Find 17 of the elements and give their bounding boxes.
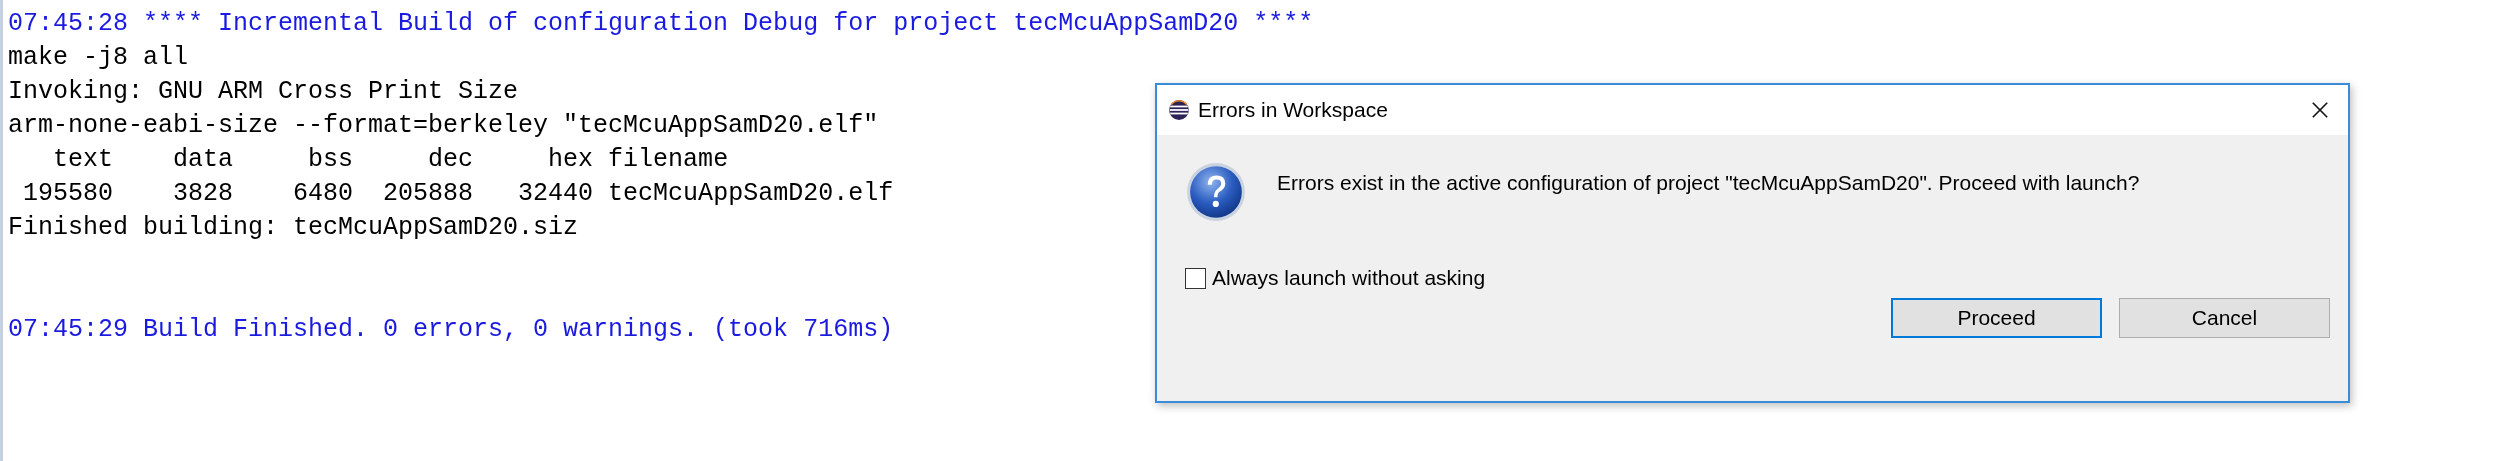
close-icon bbox=[2311, 101, 2329, 119]
dialog-title: Errors in Workspace bbox=[1198, 98, 1388, 122]
dialog-message: Errors exist in the active configuration of project "tecMcuAppSamD20". Proceed with launch? bbox=[1277, 171, 2140, 195]
console-line: arm-none-eabi-size --format=berkeley "tecMcuAppSamD20.elf" bbox=[8, 110, 879, 142]
app-icon bbox=[1168, 99, 1190, 121]
console-line: 07:45:28 **** Incremental Build of configuration Debug for project tecMcuAppSamD20 **** bbox=[8, 8, 1314, 40]
console-line: text data bss dec hex filename bbox=[52, 144, 729, 176]
console-line: Finished building: tecMcuAppSamD20.siz bbox=[8, 212, 579, 244]
console-line: make -j8 all bbox=[8, 42, 189, 74]
checkbox-label: Always launch without asking bbox=[1212, 266, 1486, 290]
dialog-button[interactable]: Cancel bbox=[2119, 298, 2330, 338]
checkbox[interactable] bbox=[1185, 267, 1206, 289]
question-icon bbox=[1185, 161, 1247, 223]
dialog-button[interactable]: Proceed bbox=[1891, 298, 2102, 338]
console-line: 195580 3828 6480 205888 32440 tecMcuAppSamD20.elf bbox=[22, 178, 894, 210]
console-line: Invoking: GNU ARM Cross Print Size bbox=[8, 76, 519, 108]
console-line: 07:45:29 Build Finished. 0 errors, 0 warnings. (took 716ms) bbox=[8, 314, 894, 346]
